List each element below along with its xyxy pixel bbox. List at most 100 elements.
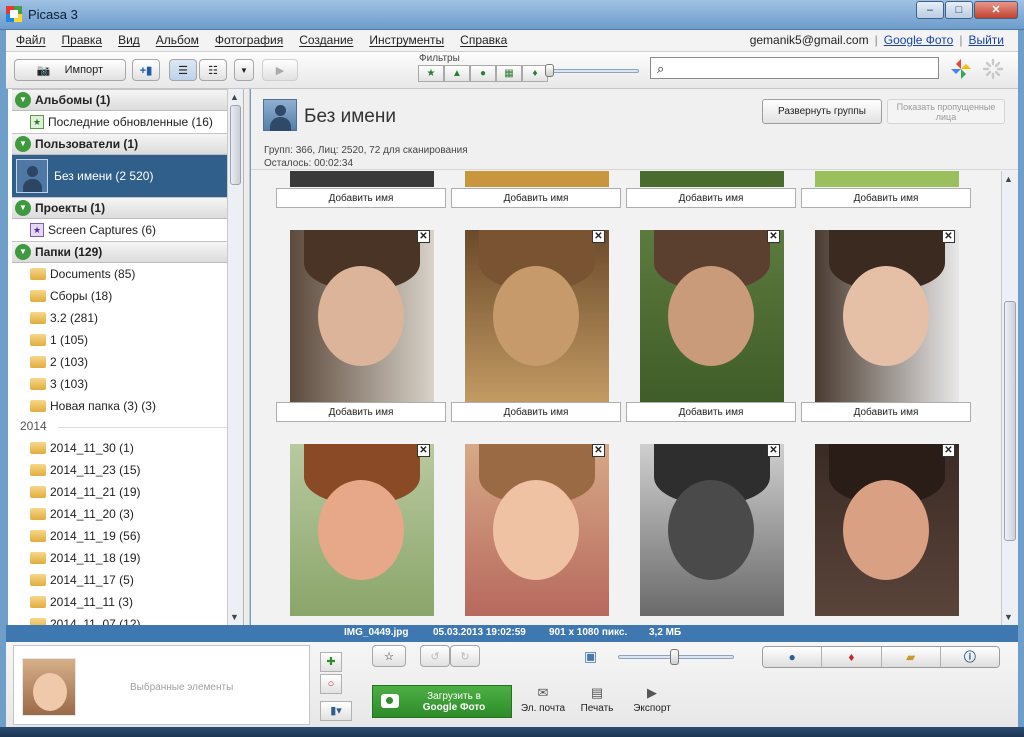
google-photo-link[interactable]: Google Фото (884, 33, 954, 47)
close-icon[interactable]: ✕ (592, 230, 605, 243)
add-name-field[interactable]: Добавить имя (626, 402, 796, 422)
face-thumbnail[interactable] (465, 171, 609, 187)
folder-item[interactable]: Новая папка (3) (3) (12, 395, 228, 417)
close-icon[interactable]: ✕ (417, 230, 430, 243)
scroll-down-icon[interactable]: ▼ (1004, 612, 1013, 622)
menu-album[interactable]: Альбом (156, 33, 199, 47)
search-input[interactable]: ⌕ (650, 57, 939, 79)
rotate-right-button[interactable]: ↻ (450, 645, 480, 667)
export-button[interactable]: ▶ Экспорт (622, 685, 682, 714)
rotate-left-button[interactable]: ↺ (420, 645, 450, 667)
face-thumbnail[interactable]: ✕ (465, 444, 609, 616)
sidebar-item-recent-updates[interactable]: ★ Последние обновленные (16) (12, 111, 228, 133)
places-panel-button[interactable]: ♦ (822, 647, 882, 667)
filter-date-slider[interactable] (549, 69, 639, 73)
folder-item[interactable]: 2014_11_18 (19) (12, 547, 228, 569)
people-panel-button[interactable]: ● (763, 647, 823, 667)
folder-item[interactable]: 3 (103) (12, 373, 228, 395)
menu-view[interactable]: Вид (118, 33, 140, 47)
view-dropdown-button[interactable]: ▼ (234, 59, 254, 81)
filter-starred-button[interactable]: ★ (418, 65, 444, 82)
folder-item[interactable]: 2014_11_07 (12) (12, 613, 228, 625)
folder-item[interactable]: 2014_11_21 (19) (12, 481, 228, 503)
folder-item[interactable]: 2014_11_19 (56) (12, 525, 228, 547)
folder-item[interactable]: 2014_11_23 (15) (12, 459, 228, 481)
section-projects[interactable]: ▼ Проекты (1) (12, 197, 228, 219)
thumbnail-size-slider-thumb[interactable] (670, 649, 679, 665)
section-albums[interactable]: ▼ Альбомы (1) (12, 89, 228, 111)
folder-item[interactable]: Documents (85) (12, 263, 228, 285)
menu-create[interactable]: Создание (299, 33, 353, 47)
menu-edit[interactable]: Правка (62, 33, 103, 47)
menu-help[interactable]: Справка (460, 33, 507, 47)
slideshow-button[interactable]: ▶ (262, 59, 298, 81)
pane-splitter[interactable] (244, 89, 250, 625)
expand-groups-button[interactable]: Развернуть группы (762, 99, 882, 124)
face-thumbnail[interactable]: ✕ (815, 230, 959, 402)
folder-item[interactable]: 2014_11_20 (3) (12, 503, 228, 525)
tree-view-button[interactable]: ☷ (199, 59, 227, 81)
clear-selection-button[interactable]: ○ (320, 674, 342, 694)
close-icon[interactable]: ✕ (767, 230, 780, 243)
menu-file[interactable]: Файл (16, 33, 46, 47)
folder-item[interactable]: 3.2 (281) (12, 307, 228, 329)
folder-item[interactable]: 2 (103) (12, 351, 228, 373)
sidebar-item-unnamed-people[interactable]: Без имени (2 520) (12, 155, 228, 197)
faces-scrollbar[interactable]: ▲ ▼ (1001, 171, 1018, 625)
add-name-field[interactable]: Добавить имя (626, 188, 796, 208)
face-thumbnail[interactable]: ✕ (290, 230, 434, 402)
add-name-field[interactable]: Добавить имя (801, 188, 971, 208)
scroll-down-icon[interactable]: ▼ (230, 612, 239, 622)
folder-item[interactable]: 2014_11_17 (5) (12, 569, 228, 591)
face-thumbnail[interactable]: ✕ (290, 444, 434, 616)
section-folders[interactable]: ▼ Папки (129) (12, 241, 228, 263)
show-missing-faces-button[interactable]: Показать пропущенные лица (887, 99, 1005, 124)
sidebar-scrollbar[interactable]: ▲ ▼ (227, 89, 243, 625)
close-icon[interactable]: ✕ (767, 444, 780, 457)
menu-photo[interactable]: Фотография (215, 33, 283, 47)
add-to-album-menu-button[interactable]: ▮▾ (320, 701, 352, 721)
upload-google-photos-button[interactable]: Загрузить в Google Фото (372, 685, 512, 718)
face-thumbnail[interactable]: ✕ (815, 444, 959, 616)
close-icon[interactable]: ✕ (592, 444, 605, 457)
add-name-field[interactable]: Добавить имя (451, 188, 621, 208)
add-name-field[interactable]: Добавить имя (801, 402, 971, 422)
folder-item[interactable]: 2014_11_11 (3) (12, 591, 228, 613)
add-name-field[interactable]: Добавить имя (451, 402, 621, 422)
import-button[interactable]: 📷 Импорт (14, 59, 126, 81)
scroll-up-icon[interactable]: ▲ (230, 92, 239, 102)
scroll-up-icon[interactable]: ▲ (1004, 174, 1013, 184)
add-name-field[interactable]: Добавить имя (276, 188, 446, 208)
close-window-button[interactable]: ✕ (974, 1, 1018, 19)
menu-tools[interactable]: Инструменты (369, 33, 444, 47)
tags-panel-button[interactable]: ▰ (881, 647, 941, 667)
folder-item[interactable]: 1 (105) (12, 329, 228, 351)
face-thumbnail[interactable] (640, 171, 784, 187)
print-button[interactable]: ▤ Печать (567, 685, 627, 714)
star-button[interactable]: ☆ (372, 645, 406, 667)
face-thumbnail[interactable]: ✕ (640, 230, 784, 402)
selected-photo-thumbnail[interactable] (22, 658, 76, 716)
filter-faces-button[interactable]: ● (470, 65, 496, 82)
logout-link[interactable]: Выйти (968, 33, 1004, 47)
faces-scroll-thumb[interactable] (1004, 301, 1016, 541)
google-photos-icon[interactable] (950, 58, 972, 80)
filter-date-slider-thumb[interactable] (545, 64, 554, 77)
list-view-button[interactable]: ☰ (169, 59, 197, 81)
face-thumbnail[interactable] (290, 171, 434, 187)
hold-button[interactable]: ✚ (320, 652, 342, 672)
face-thumbnail[interactable]: ✕ (640, 444, 784, 616)
close-icon[interactable]: ✕ (942, 230, 955, 243)
face-thumbnail[interactable]: ✕ (465, 230, 609, 402)
close-icon[interactable]: ✕ (417, 444, 430, 457)
close-icon[interactable]: ✕ (942, 444, 955, 457)
sidebar-scroll-thumb[interactable] (230, 105, 241, 185)
folder-item[interactable]: 2014_11_30 (1) (12, 437, 228, 459)
add-name-field[interactable]: Добавить имя (276, 402, 446, 422)
add-to-album-button[interactable]: +▮ (132, 59, 160, 81)
info-panel-button[interactable]: ⓘ (940, 647, 999, 667)
filter-movies-button[interactable]: ▦ (496, 65, 522, 82)
maximize-button[interactable]: □ (945, 1, 973, 19)
section-people[interactable]: ▼ Пользователи (1) (12, 133, 228, 155)
face-thumbnail[interactable] (815, 171, 959, 187)
